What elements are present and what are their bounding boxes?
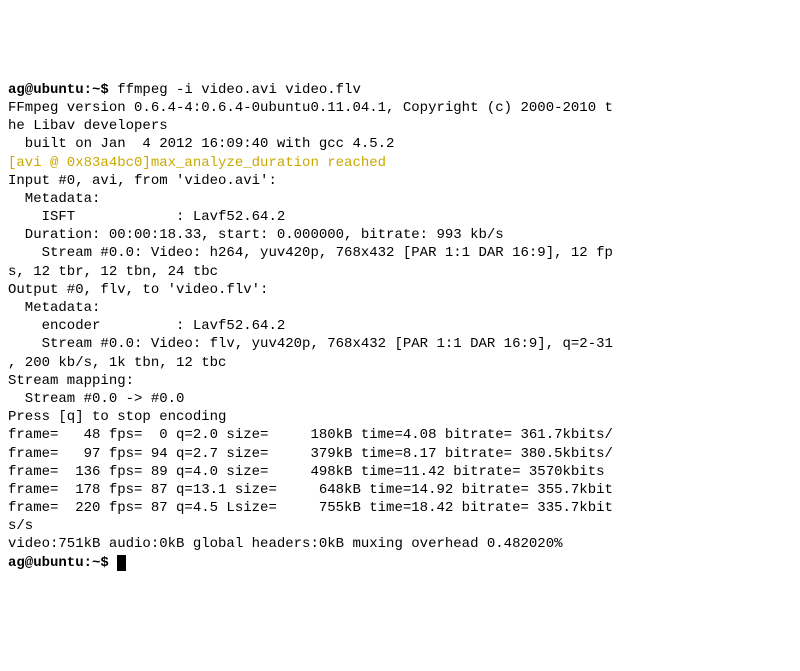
output-line: Output #0, flv, to 'video.flv':: [8, 282, 268, 298]
command-text: ffmpeg -i video.avi video.flv: [117, 82, 361, 98]
output-line: Metadata:: [8, 300, 100, 316]
output-line: Press [q] to stop encoding: [8, 409, 226, 425]
output-line: Stream #0.0 -> #0.0: [8, 391, 184, 407]
output-line: Stream #0.0: Video: flv, yuv420p, 768x43…: [8, 336, 613, 352]
output-line: he Libav developers: [8, 118, 168, 134]
output-line: frame= 48 fps= 0 q=2.0 size= 180kB time=…: [8, 427, 613, 443]
text-cursor: [117, 555, 126, 571]
shell-prompt: ag@ubuntu:~$: [8, 555, 117, 571]
output-line: s, 12 tbr, 12 tbn, 24 tbc: [8, 264, 218, 280]
warning-line: [avi @ 0x83a4bc0]max_analyze_duration re…: [8, 155, 386, 171]
output-line: frame= 136 fps= 89 q=4.0 size= 498kB tim…: [8, 464, 605, 480]
output-line: FFmpeg version 0.6.4-4:0.6.4-0ubuntu0.11…: [8, 100, 613, 116]
output-line: s/s: [8, 518, 33, 534]
output-line: video:751kB audio:0kB global headers:0kB…: [8, 536, 563, 552]
output-line: built on Jan 4 2012 16:09:40 with gcc 4.…: [8, 136, 394, 152]
output-line: ISFT : Lavf52.64.2: [8, 209, 285, 225]
output-line: frame= 97 fps= 94 q=2.7 size= 379kB time…: [8, 446, 613, 462]
output-line: frame= 178 fps= 87 q=13.1 size= 648kB ti…: [8, 482, 613, 498]
shell-prompt: ag@ubuntu:~$: [8, 82, 117, 98]
output-line: Stream #0.0: Video: h264, yuv420p, 768x4…: [8, 245, 613, 261]
output-line: Duration: 00:00:18.33, start: 0.000000, …: [8, 227, 504, 243]
output-line: frame= 220 fps= 87 q=4.5 Lsize= 755kB ti…: [8, 500, 613, 516]
terminal-output[interactable]: ag@ubuntu:~$ ffmpeg -i video.avi video.f…: [8, 81, 792, 572]
output-line: Metadata:: [8, 191, 100, 207]
output-line: Stream mapping:: [8, 373, 134, 389]
output-line: , 200 kb/s, 1k tbn, 12 tbc: [8, 355, 226, 371]
output-line: Input #0, avi, from 'video.avi':: [8, 173, 277, 189]
output-line: encoder : Lavf52.64.2: [8, 318, 285, 334]
